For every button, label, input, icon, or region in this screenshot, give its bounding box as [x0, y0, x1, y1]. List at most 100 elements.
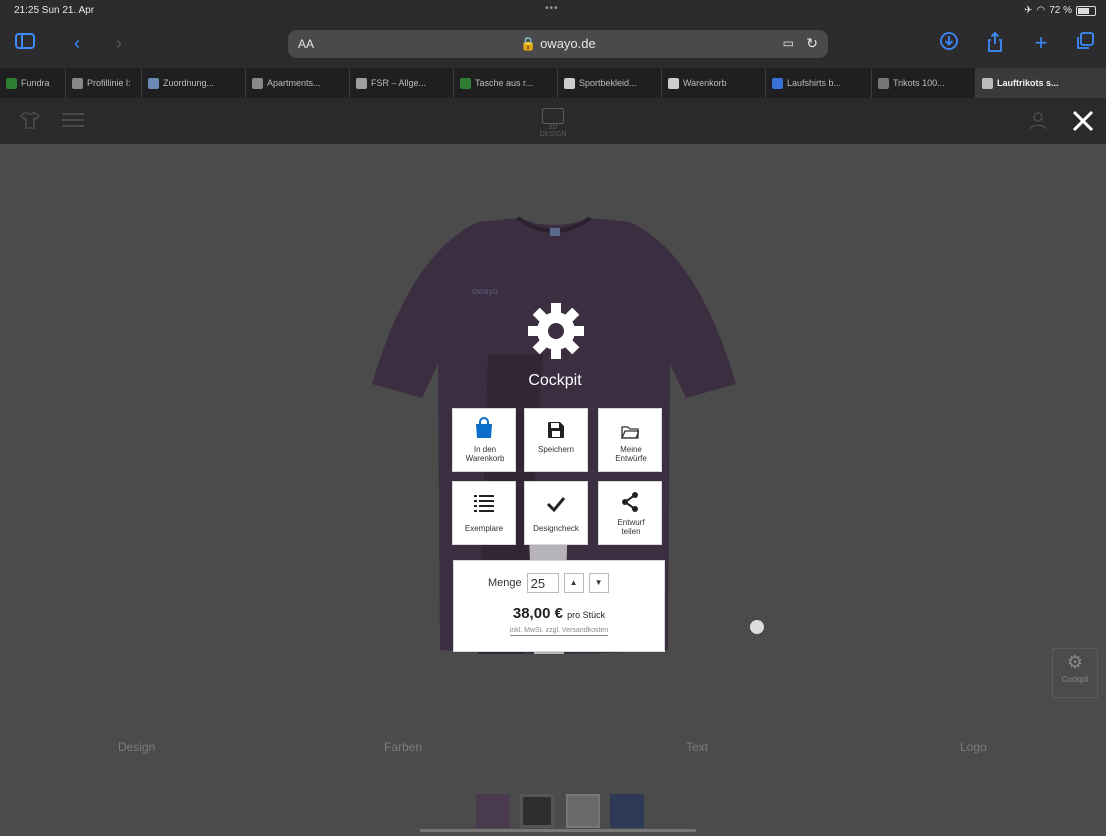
save-button[interactable]: Speichern: [524, 408, 588, 472]
svg-text:owayo: owayo: [472, 286, 498, 296]
tab-label: Profillinie l:: [87, 78, 131, 88]
browser-tab[interactable]: Zuordnung...: [142, 68, 246, 98]
folder-icon: [599, 409, 661, 439]
shirt-menu-icon[interactable]: [19, 110, 41, 130]
hamburger-icon[interactable]: [62, 113, 84, 127]
tabs-overview-icon[interactable]: [1074, 32, 1096, 54]
url-text: 🔒 owayo.de: [520, 36, 596, 51]
reader-view-icon[interactable]: ▭: [783, 36, 794, 50]
favicon-icon: [72, 77, 83, 89]
quantity-input[interactable]: 25: [526, 573, 559, 593]
browser-tab[interactable]: Tasche aus r...: [454, 68, 558, 98]
list-icon: [453, 482, 515, 512]
tab-label: Apartments...: [267, 78, 321, 88]
browser-tab[interactable]: Apartments...: [246, 68, 350, 98]
tab-bar: Fundra Profillinie l: Zuordnung... Apartmen…: [0, 68, 1106, 98]
color-swatch[interactable]: [566, 794, 600, 828]
status-time: 21:25 Sun 21. Apr: [14, 5, 95, 16]
tab-label: Sportbekleid...: [579, 78, 637, 88]
browser-tab[interactable]: Sportbekleid...: [558, 68, 662, 98]
cockpit-side-button[interactable]: ⚙ Cockpit: [1052, 648, 1098, 698]
quantity-increase-button[interactable]: ▲: [563, 573, 584, 593]
tab-label: Lauftrikots s...: [997, 78, 1059, 88]
quantity-decrease-button[interactable]: ▼: [588, 573, 609, 593]
forward-icon[interactable]: ›: [108, 32, 130, 54]
user-icon[interactable]: [1028, 110, 1048, 130]
price-card: Menge 25 ▲ ▼ 38,00 € pro Stück inkl. MwS…: [453, 560, 665, 652]
favicon-icon: [772, 77, 783, 89]
close-icon[interactable]: [1070, 108, 1096, 134]
cockpit-side-label: Cockpit: [1061, 675, 1089, 684]
sidebar-icon[interactable]: [14, 32, 36, 54]
tab-label: FSR – Allge...: [371, 78, 427, 88]
add-to-cart-button[interactable]: In den Warenkorb: [452, 408, 516, 472]
downloads-icon[interactable]: [938, 32, 960, 54]
reload-icon[interactable]: ↻: [806, 35, 818, 52]
app-logo: 3D DESIGN: [538, 108, 568, 138]
copies-button[interactable]: Exemplare: [452, 481, 516, 545]
browser-toolbar: ‹ › AA 🔒 owayo.de ▭ ↻ +: [0, 20, 1106, 68]
nav-design[interactable]: Design: [118, 740, 155, 754]
app-header: 3D DESIGN: [0, 98, 1106, 144]
browser-tab[interactable]: Profillinie l:: [66, 68, 142, 98]
quantity-label: Menge: [488, 577, 522, 589]
tile-label: Entwurf teilen: [617, 518, 645, 536]
price: 38,00 € pro Stück: [454, 605, 664, 622]
nav-text[interactable]: Text: [686, 740, 708, 754]
bottom-nav: Design Farben Text Logo: [0, 740, 1106, 760]
tab-label: Warenkorb: [683, 78, 727, 88]
tab-label: Zuordnung...: [163, 78, 215, 88]
tab-label: Tasche aus r...: [475, 78, 534, 88]
quantity-row: Menge 25 ▲ ▼: [488, 573, 609, 593]
home-indicator: [420, 829, 696, 832]
favicon-icon: [982, 77, 993, 89]
share-design-button[interactable]: Entwurf teilen: [598, 481, 662, 545]
tile-label: Exemplare: [464, 524, 504, 533]
my-designs-button[interactable]: Meine Entwürfe: [598, 408, 662, 472]
vat-note[interactable]: inkl. MwSt. zzgl. Versandkosten: [454, 627, 664, 636]
cockpit-title: Cockpit: [528, 372, 582, 389]
favicon-icon: [6, 77, 17, 89]
browser-tab[interactable]: Fundra: [0, 68, 66, 98]
battery-icon: [1076, 5, 1096, 16]
tab-label: Trikots 100...: [893, 78, 945, 88]
status-dots: •••: [545, 3, 559, 14]
browser-tab[interactable]: Laufshirts b...: [766, 68, 872, 98]
back-icon[interactable]: ‹: [66, 32, 88, 54]
browser-tab[interactable]: Trikots 100...: [872, 68, 976, 98]
favicon-icon: [668, 77, 679, 89]
save-icon: [525, 409, 587, 439]
color-swatch[interactable]: [520, 794, 554, 828]
tab-label: Fundra: [21, 78, 50, 88]
address-bar[interactable]: AA 🔒 owayo.de ▭ ↻: [288, 30, 828, 58]
battery-percent: 72 %: [1049, 5, 1072, 16]
nav-logo[interactable]: Logo: [960, 740, 987, 754]
tab-label: Laufshirts b...: [787, 78, 842, 88]
browser-tab[interactable]: Warenkorb: [662, 68, 766, 98]
favicon-icon: [148, 77, 159, 89]
tile-label: Speichern: [537, 445, 575, 454]
airplane-icon: ✈: [1024, 5, 1033, 16]
wifi-icon: ◠: [1036, 5, 1046, 16]
new-tab-icon[interactable]: +: [1030, 32, 1052, 54]
color-swatch[interactable]: [610, 794, 644, 828]
design-check-button[interactable]: Designcheck: [524, 481, 588, 545]
tile-label: Meine Entwürfe: [615, 445, 647, 463]
gear-small-icon: ⚙: [1066, 652, 1084, 672]
tile-label: Designcheck: [533, 524, 579, 533]
gear-icon: [528, 303, 584, 359]
status-bar: 21:25 Sun 21. Apr ••• ✈ ◠ 72 %: [0, 0, 1106, 20]
favicon-icon: [460, 77, 471, 89]
browser-tab[interactable]: Lauftrikots s...: [976, 68, 1106, 98]
status-right: ✈ ◠ 72 %: [1024, 5, 1096, 16]
tile-label: In den Warenkorb: [465, 445, 505, 463]
price-unit: pro Stück: [567, 610, 606, 620]
share-browser-icon[interactable]: [984, 31, 1006, 54]
nav-colors[interactable]: Farben: [384, 740, 422, 754]
price-value: 38,00 €: [512, 605, 563, 622]
favicon-icon: [878, 77, 889, 89]
check-icon: [525, 482, 587, 512]
browser-tab[interactable]: FSR – Allge...: [350, 68, 454, 98]
color-swatch[interactable]: [476, 794, 510, 828]
rotate-handle[interactable]: [750, 620, 764, 634]
